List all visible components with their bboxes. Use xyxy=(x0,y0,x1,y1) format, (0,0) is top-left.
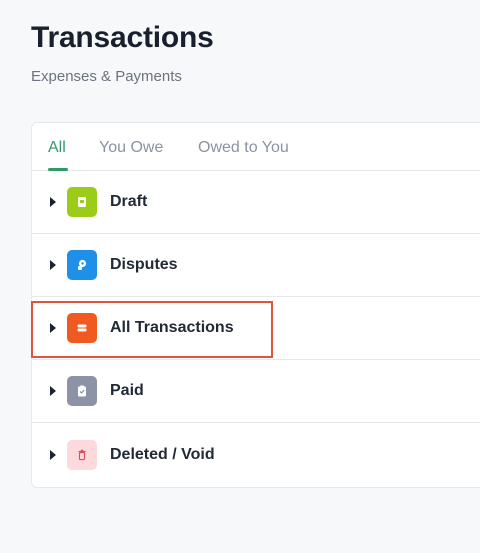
row-all-transactions[interactable]: All Transactions xyxy=(32,297,480,360)
row-label-deleted-void: Deleted / Void xyxy=(110,445,215,463)
row-paid[interactable]: Paid xyxy=(32,360,480,423)
row-deleted-void[interactable]: Deleted / Void xyxy=(32,423,480,486)
tab-owed-to-you[interactable]: Owed to You xyxy=(198,138,289,158)
row-label-paid: Paid xyxy=(110,382,144,399)
disputes-icon xyxy=(67,250,97,280)
row-label-draft: Draft xyxy=(110,193,148,210)
paid-icon xyxy=(67,376,97,406)
page-subtitle: Expenses & Payments xyxy=(31,68,182,85)
page-header: Transactions Expenses & Payments xyxy=(31,20,214,86)
tab-all[interactable]: All xyxy=(48,138,66,158)
row-disputes[interactable]: Disputes xyxy=(32,234,480,297)
caret-right-icon[interactable] xyxy=(50,386,56,396)
page-title: Transactions xyxy=(31,21,214,54)
draft-icon xyxy=(67,187,97,217)
transactions-card: All You Owe Owed to You Draft Disputes A… xyxy=(31,122,480,488)
caret-right-icon[interactable] xyxy=(50,323,56,333)
transactions-icon xyxy=(67,313,97,343)
row-label-all-transactions: All Transactions xyxy=(110,319,234,336)
caret-right-icon[interactable] xyxy=(50,449,56,460)
caret-right-icon[interactable] xyxy=(50,260,56,270)
tab-bar: All You Owe Owed to You xyxy=(32,123,480,171)
trash-icon xyxy=(67,439,97,470)
row-label-disputes: Disputes xyxy=(110,256,178,273)
tab-you-owe[interactable]: You Owe xyxy=(99,138,163,158)
caret-right-icon[interactable] xyxy=(50,197,56,207)
row-draft[interactable]: Draft xyxy=(32,171,480,234)
